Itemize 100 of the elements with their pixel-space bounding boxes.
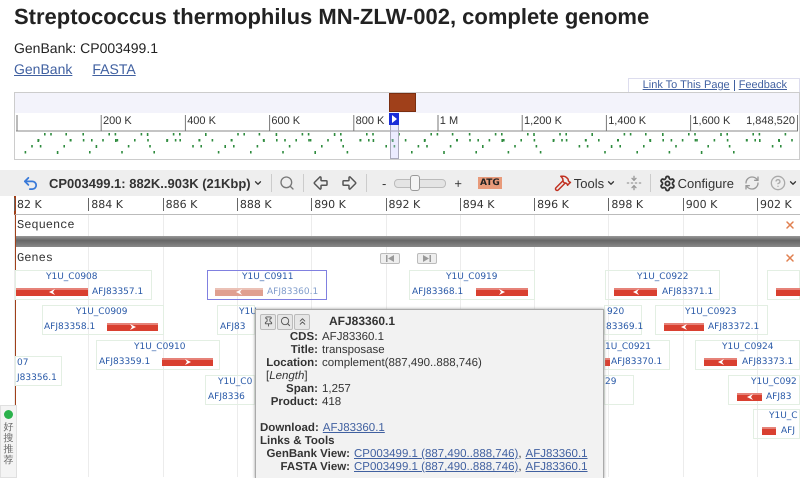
configure-button[interactable]: Configure	[656, 172, 736, 194]
page-link[interactable]: Link To This Page	[642, 79, 730, 92]
scroll-start-button[interactable]	[380, 252, 400, 264]
gene-accession: AFJ83370.1	[611, 357, 662, 368]
overview-tick-label: 600 K	[271, 114, 300, 128]
gene-label: Y1U_C0	[218, 377, 252, 388]
gene-accession: AFJ83360.1	[267, 287, 318, 298]
gene-feature[interactable]: Y1U_C0911 AFJ83360.1	[207, 270, 327, 300]
page-link[interactable]: Feedback	[738, 79, 787, 92]
link-separator: ,	[518, 461, 522, 473]
overview-tick-label: 800 K	[356, 114, 384, 128]
view-region-marker[interactable]	[389, 93, 416, 112]
ruler-tick-label: 892 K	[386, 198, 420, 211]
gene-accession: AFJ83368.1	[412, 287, 464, 298]
gene-label: Y1U_C0922	[637, 272, 688, 283]
gene-feature[interactable]: Y1U_C0908 AFJ83357.1	[15, 270, 152, 300]
gene-feature[interactable]: 29	[604, 375, 634, 405]
tools-menu[interactable]: Tools	[552, 172, 618, 194]
link-separator: ,	[518, 448, 522, 460]
gene-feature[interactable]: Y1U_C0923 AFJ83372.1	[655, 305, 768, 335]
gene-feature[interactable]: 1U_C0921 AFJ83370.1	[604, 340, 670, 370]
gene-label: 07	[17, 358, 28, 369]
format-link[interactable]: FASTA	[92, 60, 136, 78]
view-link[interactable]: AFJ83360.1	[526, 461, 588, 473]
collapse-popup-button[interactable]	[294, 314, 310, 330]
ruler-tick-label: 900 K	[682, 198, 718, 211]
ruler-tick-label: 898 K	[608, 198, 644, 211]
ruler-tick-label: 82 K	[14, 198, 42, 211]
field-label: CDS:	[288, 331, 318, 344]
zoom-to-feature-button[interactable]	[277, 314, 293, 330]
strand-arrow-icon	[498, 289, 506, 295]
gene-label: Y1U_C0908	[46, 272, 98, 283]
location-dropdown[interactable]: CP003499.1: 882K..903K (21Kbp)	[47, 172, 265, 194]
gene-accession: AFJ	[781, 426, 795, 437]
field-label: Title:	[290, 344, 318, 357]
status-dot	[4, 410, 13, 419]
gene-bar	[762, 427, 776, 435]
gene-accession: AFJ83357.1	[92, 287, 144, 298]
view-link[interactable]: AFJ83360.1	[526, 448, 588, 460]
field-value: AFJ83360.1	[322, 331, 386, 344]
ruler-tick-label: 902 K	[757, 198, 792, 211]
gene-feature[interactable]: Y1U_C0910 AFJ83359.1	[96, 340, 220, 370]
gene-feature[interactable]: Y1U_C0909 AFJ83358.1	[42, 305, 164, 335]
gene-accession: AFJ83	[766, 392, 792, 403]
overview-tick-label: 1,400 K	[608, 114, 646, 128]
ruler-tick-label: 896 K	[534, 198, 569, 211]
help-icon	[770, 175, 786, 191]
field-label: Span:	[285, 383, 318, 396]
gene-label: Y1U_C	[769, 411, 798, 422]
chevrons-up-icon	[296, 316, 308, 327]
field-note: [Length]	[265, 370, 309, 383]
field-label: Download:	[260, 422, 319, 435]
caret-icon	[252, 178, 263, 188]
view-label: GenBank View:	[265, 448, 350, 461]
skip-start-icon	[386, 254, 394, 262]
sequence-button[interactable]: ATG	[478, 177, 502, 189]
gene-feature[interactable]: Y1U_C0919 AFJ83368.1	[409, 270, 535, 300]
gene-label: Y1U_C0911	[242, 272, 294, 283]
format-link[interactable]: GenBank	[14, 60, 72, 78]
ruler-tick-label: 894 K	[460, 198, 495, 211]
gene-label: 920	[607, 307, 624, 318]
gene-accession: AFJ83358.1	[44, 322, 96, 333]
ruler-tick-label: 890 K	[311, 198, 346, 211]
track-label: Sequence	[16, 218, 76, 232]
gene-feature[interactable]: Y1U_C0924 AFJ83373.1	[695, 340, 800, 370]
track-label: Genes	[16, 251, 54, 265]
gene-accession: J83356.1	[17, 373, 57, 384]
caret-icon	[788, 178, 798, 188]
gene-label: 1U_C0921	[605, 342, 652, 353]
gene-feature[interactable]	[767, 270, 800, 300]
field-value: complement(887,490..888,746)	[322, 357, 483, 370]
gene-label: Y1U_C0919	[446, 272, 498, 283]
gene-feature[interactable]: 920 83369.1	[604, 305, 642, 335]
links-heading: Links & Tools	[260, 435, 336, 448]
pin-icon	[262, 316, 274, 327]
pin-button[interactable]	[260, 314, 276, 330]
close-track-button[interactable]	[784, 252, 796, 264]
gene-feature[interactable]: Y1U_C092 AFJ83	[728, 375, 800, 405]
side-widget[interactable]: 好搜推荐	[0, 405, 17, 478]
ruler-tick-label: 884 K	[88, 198, 124, 211]
scroll-end-button[interactable]	[416, 252, 436, 264]
gene-feature[interactable]: Y1U_C0 AFJ8336	[205, 375, 255, 405]
gene-feature[interactable]: Y1U_C0922 AFJ83371.1	[605, 270, 720, 300]
gene-feature[interactable]: Y1U_C AFJ	[753, 409, 800, 439]
zoom-in-button[interactable]: +	[452, 172, 464, 194]
view-link[interactable]: CP003499.1 (887,490..888,746)	[354, 448, 518, 460]
strand-arrow-icon	[716, 359, 724, 365]
field-value: 1,257	[322, 383, 352, 396]
gene-label: Y1U_C0909	[76, 307, 128, 318]
zoom-out-button[interactable]: -	[380, 172, 388, 194]
slider-thumb[interactable]	[410, 174, 420, 190]
overview-tick-label: 1,200 K	[524, 114, 562, 128]
gene-feature[interactable]: 07 J83356.1	[15, 356, 62, 386]
strand-arrow-icon	[632, 289, 640, 295]
view-link[interactable]: CP003499.1 (887,490..888,746)	[354, 461, 518, 473]
gene-accession: AFJ8336	[208, 392, 245, 403]
close-track-button[interactable]	[784, 219, 796, 231]
download-link[interactable]: AFJ83360.1	[322, 422, 385, 435]
gene-accession: 83369.1	[606, 322, 644, 333]
gene-label: Y1U_C0924	[722, 342, 774, 353]
